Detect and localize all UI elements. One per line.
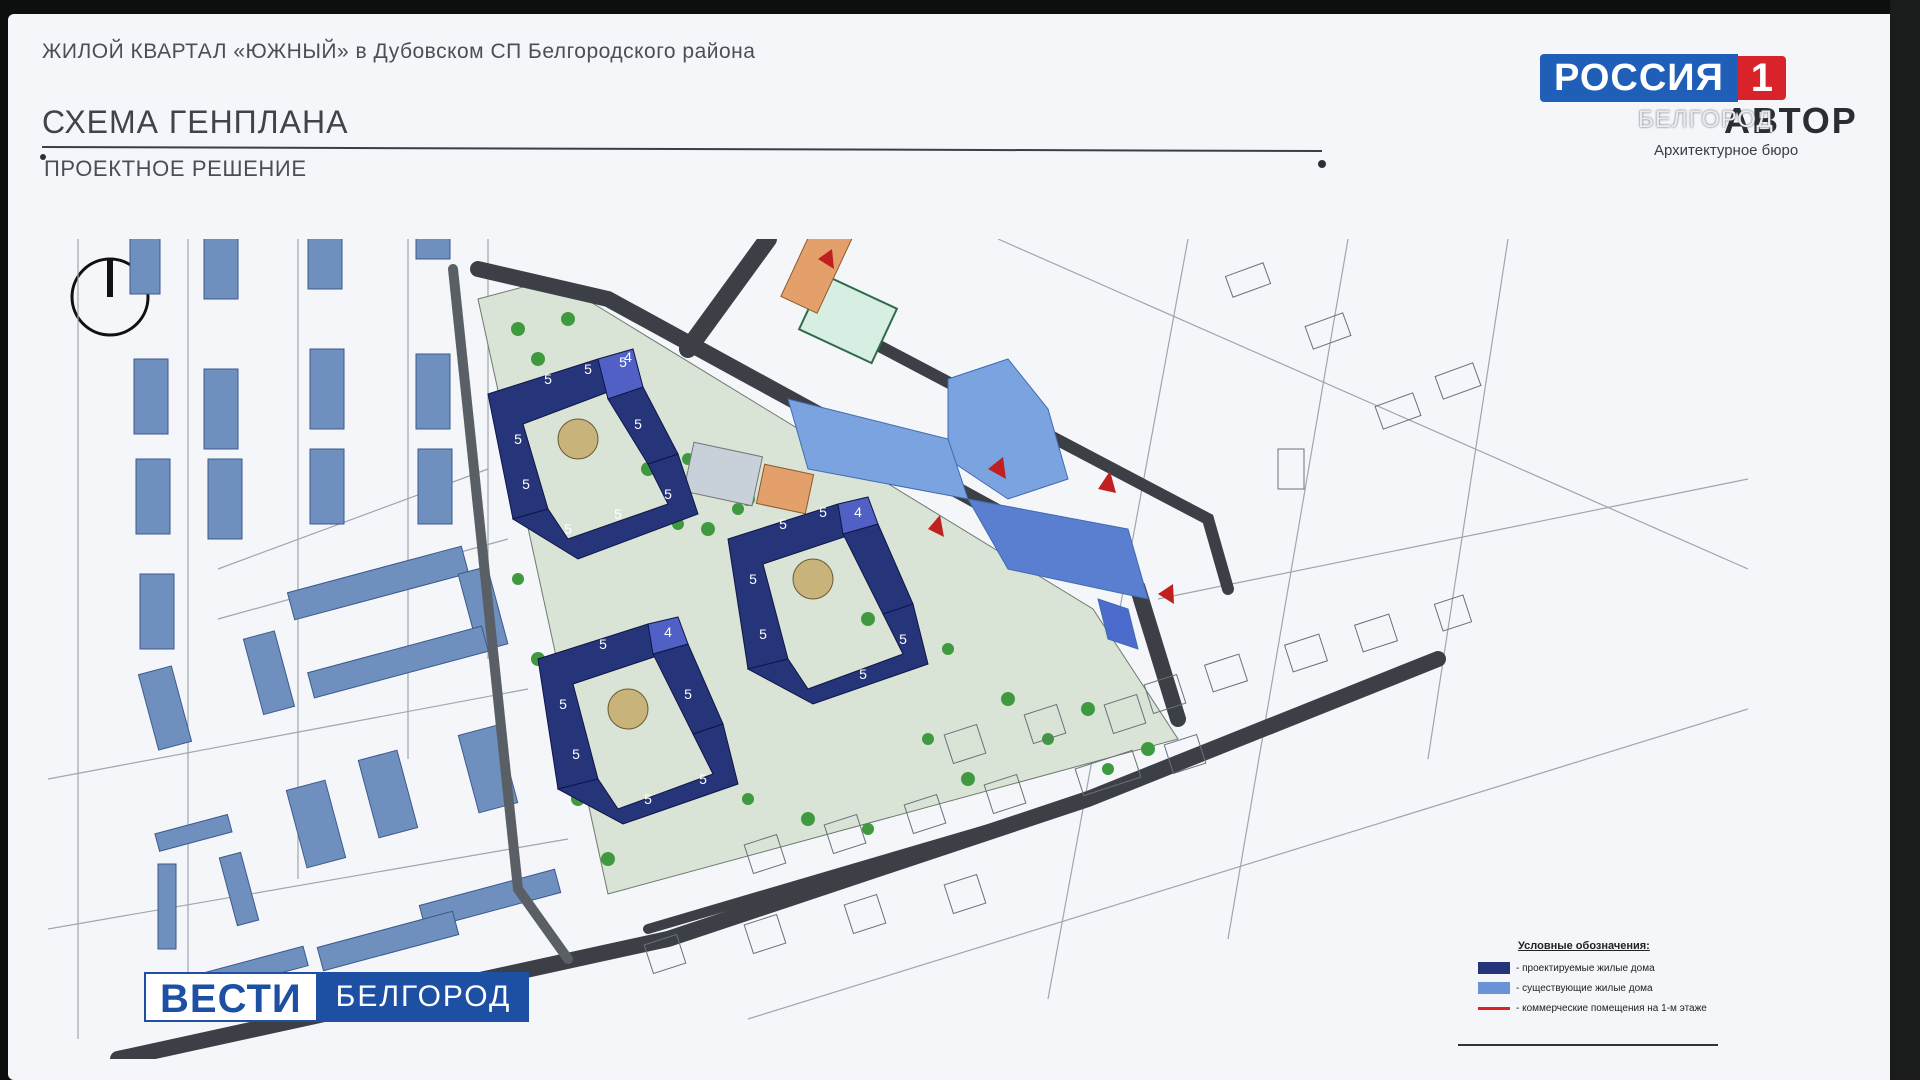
projector-screen: ЖИЛОЙ КВАРТАЛ «ЮЖНЫЙ» в Дубовском СП Бел… <box>8 14 1896 1080</box>
floor-label: 5 <box>522 476 530 492</box>
floor-label: 5 <box>699 771 707 787</box>
channel-logo-word: РОССИЯ <box>1540 54 1738 102</box>
master-plan-map: 5 5 5 4 5 5 5 5 5 5 5 4 5 5 5 5 5 5 5 4 <box>47 208 1749 1067</box>
floor-label: 5 <box>779 516 787 532</box>
legend-label: - коммерческие помещения на 1-м этаже <box>1516 1002 1707 1014</box>
floor-label: 5 <box>599 636 607 652</box>
floor-label: 5 <box>634 416 642 432</box>
channel-logo: РОССИЯ 1 <box>1540 54 1786 102</box>
map-legend: Условные обозначения: - проектируемые жи… <box>1478 940 1718 1018</box>
floor-label: 5 <box>664 486 672 502</box>
bureau-subtitle: Архитектурное бюро <box>1654 142 1799 159</box>
slide-header: ЖИЛОЙ КВАРТАЛ «ЮЖНЫЙ» в Дубовском СП Бел… <box>42 40 756 63</box>
floor-label: 5 <box>564 521 572 537</box>
title-rule-end <box>1318 160 1326 168</box>
legend-label: - существующие жилые дома <box>1516 982 1653 994</box>
floor-label: 5 <box>572 746 580 762</box>
floor-label: 5 <box>559 696 567 712</box>
floor-label: 5 <box>749 571 757 587</box>
legend-swatch <box>1478 982 1510 994</box>
channel-logo-number: 1 <box>1737 56 1786 100</box>
master-plan-svg: 5 5 5 4 5 5 5 5 5 5 5 4 5 5 5 5 5 5 5 4 <box>47 208 1749 1067</box>
floor-label: 4 <box>664 624 672 640</box>
legend-swatch <box>1478 962 1510 974</box>
channel-logo-city: БЕЛГОРОД <box>1638 106 1774 133</box>
floor-label: 5 <box>644 791 652 807</box>
legend-title: Условные обозначения: <box>1518 940 1650 952</box>
floor-label: 5 <box>859 666 867 682</box>
slide-subtitle: ПРОЕКТНОЕ РЕШЕНИЕ <box>44 156 307 181</box>
legend-item: - коммерческие помещения на 1-м этаже <box>1478 998 1718 1018</box>
floor-label: 5 <box>819 504 827 520</box>
news-bug: ВЕСТИ БЕЛГОРОД <box>144 972 530 1022</box>
title-rule <box>41 146 1322 153</box>
floor-label: 5 <box>544 371 552 387</box>
floor-label: 5 <box>759 626 767 642</box>
legend-swatch <box>1478 1006 1510 1010</box>
floor-label: 5 <box>514 431 522 447</box>
news-bug-word: ВЕСТИ <box>144 972 318 1022</box>
scale-bar <box>1458 1044 1718 1054</box>
legend-label: - проектируемые жилые дома <box>1516 962 1655 974</box>
floor-label: 5 <box>614 506 622 522</box>
floor-label: 4 <box>624 349 632 365</box>
floor-label: 5 <box>684 686 692 702</box>
slide-title: СХЕМА ГЕНПЛАНА <box>42 104 349 140</box>
floor-label: 5 <box>584 361 592 377</box>
news-bug-city: БЕЛГОРОД <box>317 972 530 1022</box>
monitor-bezel <box>1890 0 1920 1080</box>
legend-item: - существующие жилые дома <box>1478 978 1718 998</box>
floor-label: 5 <box>899 631 907 647</box>
floor-label: 4 <box>854 504 862 520</box>
legend-item: - проектируемые жилые дома <box>1478 958 1718 978</box>
